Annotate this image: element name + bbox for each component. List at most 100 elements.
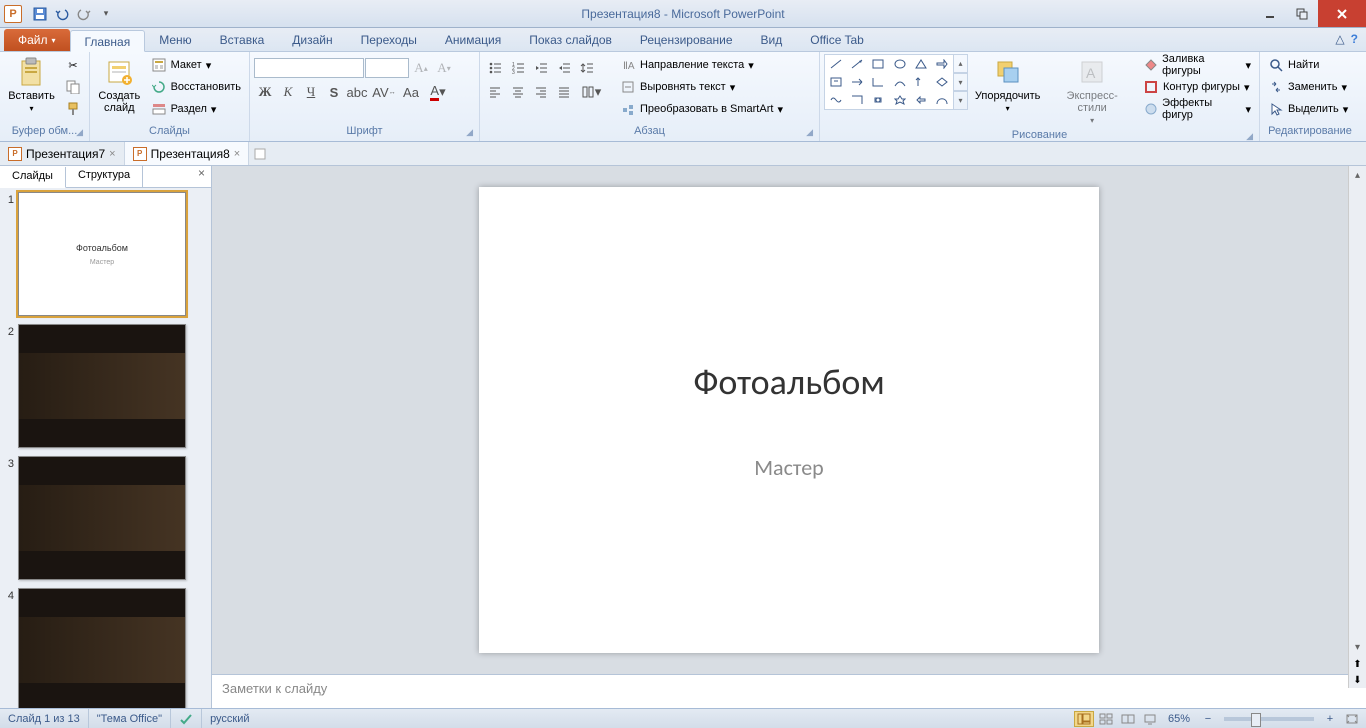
tab-view[interactable]: Вид: [747, 29, 797, 51]
tab-slideshow[interactable]: Показ слайдов: [515, 29, 626, 51]
vertical-scrollbar[interactable]: ▴ ▾ ⬆ ⬇: [1348, 166, 1366, 688]
thumbnail-list[interactable]: 1 Фотоальбом Мастер 2 3 4: [0, 188, 211, 708]
status-language[interactable]: русский: [202, 709, 257, 728]
status-slide-info[interactable]: Слайд 1 из 13: [0, 709, 89, 728]
minimize-button[interactable]: [1254, 0, 1286, 27]
close-tab-icon[interactable]: ×: [234, 148, 240, 160]
align-right-icon[interactable]: [530, 82, 552, 102]
new-document-tab[interactable]: [249, 147, 271, 161]
italic-icon[interactable]: К: [277, 82, 299, 102]
help-icon[interactable]: ?: [1351, 32, 1358, 46]
save-icon[interactable]: [30, 4, 50, 24]
shrink-font-icon[interactable]: A▾: [433, 58, 455, 78]
tab-home[interactable]: Главная: [70, 30, 146, 52]
redo-icon[interactable]: [74, 4, 94, 24]
dialog-launcher-icon[interactable]: ◢: [76, 127, 83, 138]
zoom-in-icon[interactable]: +: [1320, 711, 1340, 727]
maximize-button[interactable]: [1286, 0, 1318, 27]
tab-review[interactable]: Рецензирование: [626, 29, 747, 51]
zoom-slider[interactable]: [1224, 717, 1314, 721]
restore-button[interactable]: Восстановить: [147, 77, 245, 97]
status-theme[interactable]: "Тема Office": [89, 709, 171, 728]
new-slide-button[interactable]: Создать слайд: [94, 54, 145, 116]
status-spellcheck[interactable]: [171, 709, 202, 728]
copy-button[interactable]: [61, 77, 85, 97]
shadow-icon[interactable]: abc: [346, 82, 368, 102]
tab-insert[interactable]: Вставка: [206, 29, 279, 51]
fit-to-window-icon[interactable]: [1342, 711, 1362, 727]
scroll-down-icon[interactable]: ▾: [1349, 638, 1366, 656]
close-tab-icon[interactable]: ×: [109, 148, 115, 160]
slide-thumbnail[interactable]: [18, 456, 186, 580]
slide-thumbnail[interactable]: [18, 324, 186, 448]
shape-gallery-scroll[interactable]: ▴▾▾: [954, 54, 968, 110]
align-left-icon[interactable]: [484, 82, 506, 102]
shape-outline-button[interactable]: Контур фигуры ▾: [1139, 77, 1255, 97]
slide-thumbnail[interactable]: Фотоальбом Мастер: [18, 192, 186, 316]
close-panel-icon[interactable]: ×: [192, 166, 211, 187]
grow-font-icon[interactable]: A▴: [410, 58, 432, 78]
align-center-icon[interactable]: [507, 82, 529, 102]
document-tab[interactable]: P Презентация8 ×: [125, 142, 250, 165]
dialog-launcher-icon[interactable]: ◢: [1246, 131, 1253, 142]
justify-icon[interactable]: [553, 82, 575, 102]
font-color-icon[interactable]: A▾: [423, 82, 453, 102]
font-size-combo[interactable]: [365, 58, 409, 78]
tab-office-tab[interactable]: Office Tab: [796, 29, 878, 51]
section-button[interactable]: Раздел ▾: [147, 99, 245, 119]
layout-button[interactable]: Макет ▾: [147, 55, 245, 75]
dialog-launcher-icon[interactable]: ◢: [806, 127, 813, 138]
find-button[interactable]: Найти: [1264, 55, 1356, 75]
format-painter-button[interactable]: [61, 99, 85, 119]
zoom-out-icon[interactable]: −: [1198, 711, 1218, 727]
minimize-ribbon-icon[interactable]: △: [1335, 32, 1344, 46]
file-tab[interactable]: Файл▾: [4, 29, 70, 51]
reading-view-icon[interactable]: [1118, 711, 1138, 727]
slide-title[interactable]: Фотоальбом: [693, 360, 884, 404]
tab-transitions[interactable]: Переходы: [347, 29, 431, 51]
char-spacing-icon[interactable]: AV↔: [369, 82, 399, 102]
select-button[interactable]: Выделить ▾: [1264, 99, 1356, 119]
strike-icon[interactable]: S: [323, 82, 345, 102]
align-text-button[interactable]: Выровнять текст ▾: [616, 77, 796, 97]
cut-button[interactable]: ✂: [61, 55, 85, 75]
tab-design[interactable]: Дизайн: [278, 29, 346, 51]
tab-outline[interactable]: Структура: [66, 166, 143, 187]
line-spacing-icon[interactable]: [576, 58, 598, 78]
tab-slides[interactable]: Слайды: [0, 167, 66, 188]
numbering-icon[interactable]: 123: [507, 58, 529, 78]
bullets-icon[interactable]: [484, 58, 506, 78]
to-smartart-button[interactable]: Преобразовать в SmartArt ▾: [616, 99, 796, 119]
close-button[interactable]: [1318, 0, 1366, 27]
text-direction-button[interactable]: ⅡAНаправление текста ▾: [616, 55, 796, 75]
outdent-icon[interactable]: [530, 58, 552, 78]
shape-effects-button[interactable]: Эффекты фигур ▾: [1139, 99, 1255, 119]
columns-icon[interactable]: ▾: [576, 82, 606, 102]
normal-view-icon[interactable]: [1074, 711, 1094, 727]
change-case-icon[interactable]: Aa: [400, 82, 422, 102]
undo-icon[interactable]: [52, 4, 72, 24]
quick-styles-button[interactable]: A Экспресс-стили▾: [1047, 54, 1137, 129]
slideshow-view-icon[interactable]: [1140, 711, 1160, 727]
zoom-level[interactable]: 65%: [1168, 713, 1190, 725]
arrange-button[interactable]: Упорядочить▾: [970, 54, 1045, 117]
notes-pane[interactable]: Заметки к слайду: [212, 674, 1366, 708]
slide-canvas[interactable]: Фотоальбом Мастер: [479, 187, 1099, 653]
scroll-up-icon[interactable]: ▴: [1349, 166, 1366, 184]
dialog-launcher-icon[interactable]: ◢: [466, 127, 473, 138]
paste-button[interactable]: Вставить▾: [4, 54, 59, 117]
slide-thumbnail[interactable]: [18, 588, 186, 708]
indent-icon[interactable]: [553, 58, 575, 78]
font-name-combo[interactable]: [254, 58, 364, 78]
underline-icon[interactable]: Ч: [300, 82, 322, 102]
tab-animation[interactable]: Анимация: [431, 29, 515, 51]
shape-gallery[interactable]: [824, 54, 954, 110]
document-tab[interactable]: P Презентация7 ×: [0, 142, 125, 165]
bold-icon[interactable]: Ж: [254, 82, 276, 102]
qat-dropdown-icon[interactable]: ▾: [96, 4, 116, 24]
replace-button[interactable]: Заменить ▾: [1264, 77, 1356, 97]
slide-sorter-view-icon[interactable]: [1096, 711, 1116, 727]
next-slide-icon[interactable]: ⬇: [1349, 672, 1366, 688]
tab-menu[interactable]: Меню: [145, 29, 205, 51]
shape-fill-button[interactable]: Заливка фигуры ▾: [1139, 55, 1255, 75]
